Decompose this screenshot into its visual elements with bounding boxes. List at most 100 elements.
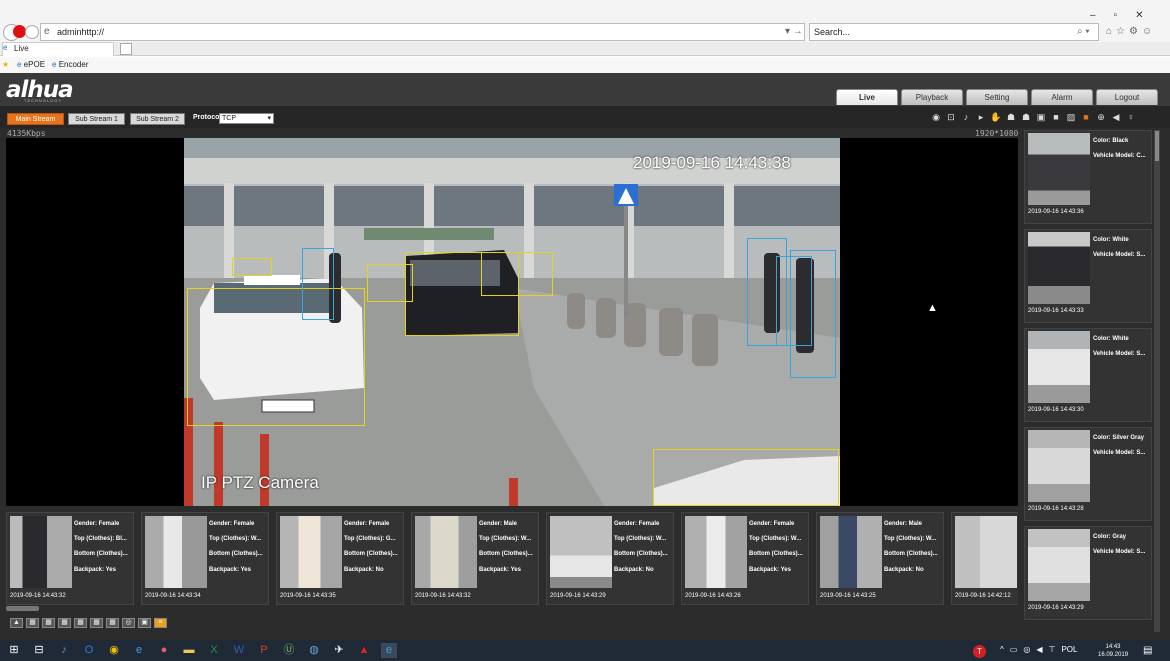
human-strip-scrollbar[interactable] [6,606,39,611]
vehicle-panel-scroll-thumb[interactable] [1155,131,1159,161]
vehicle-event-card[interactable]: Color: White Vehicle Model: S... 2019-09… [1024,229,1152,323]
video-frame[interactable] [184,138,840,506]
acrobat-icon[interactable]: ▲ [356,643,372,658]
app-tray-icon[interactable]: T [973,645,986,658]
favorites-star-icon[interactable]: ★ [2,57,9,73]
logo-subtitle: TECHNOLOGY [24,98,63,103]
audio-icon[interactable]: ◀ [1110,112,1122,123]
vehicle-time: 2019-09-16 14:43:30 [1028,407,1084,413]
dropdown-refresh-icons[interactable]: ▾ → [785,25,803,39]
close-icon[interactable]: ✕ [1135,10,1143,21]
human-event-card[interactable]: Gender: Female Top (Clothes): W... Botto… [546,512,674,605]
forward-button[interactable] [25,25,39,39]
human-gender: Gender: Female [614,521,660,527]
edge-icon[interactable]: e [131,643,147,658]
vehicle-time: 2019-09-16 14:43:33 [1028,308,1084,314]
layout-fisheye-icon[interactable]: ◎ [122,618,135,628]
human-event-card[interactable]: Gender: Female Top (Clothes): W... Botto… [681,512,809,605]
human-event-card[interactable]: 2019-09-16 14:42:12 [951,512,1018,605]
fav-encoder[interactable]: e Encoder [52,57,88,73]
snapshot-icon[interactable]: ▣ [1035,112,1047,123]
person-icon[interactable]: ☗ [1005,112,1017,123]
excel-icon[interactable]: X [206,643,222,658]
fav-epoe[interactable]: e ePOE [17,57,45,73]
explorer-icon[interactable]: ▬ [181,643,197,658]
ie-icon[interactable]: e [381,643,397,658]
address-bar[interactable]: adminhttp:// [40,23,805,41]
image-icon[interactable]: ▨ [1065,112,1077,123]
layout-6-icon[interactable]: ▦ [42,618,55,628]
osd-timestamp: 2019-09-16 14:43:38 [633,153,791,172]
human-event-card[interactable]: Gender: Female Top (Clothes): Bl... Bott… [6,512,134,605]
human-top: Top (Clothes): W... [209,536,262,542]
notification-icon[interactable]: ▤ [1143,645,1152,656]
ptz-icon[interactable]: ♪ [960,112,972,123]
tab-live[interactable]: Live [2,42,114,56]
volume-icon[interactable]: ◀ [1036,645,1042,654]
human-gender: Gender: Female [749,521,795,527]
vehicle-event-card[interactable]: Color: Gray Vehicle Model: S... 2019-09-… [1024,526,1152,620]
sub-stream-1-button[interactable]: Sub Stream 1 [68,113,125,125]
main-stream-button[interactable]: Main Stream [7,113,64,125]
app-icon[interactable]: ◍ [306,643,322,658]
vehicle-color: Color: White [1093,237,1129,243]
sub-stream-2-button[interactable]: Sub Stream 2 [130,113,185,125]
nav-tab-setting[interactable]: Setting [966,89,1028,105]
wifi-icon[interactable]: ◎ [1023,645,1030,654]
chevron-up-icon[interactable]: ^ [1000,645,1004,654]
human-event-card[interactable]: Gender: Male Top (Clothes): W... Bottom … [411,512,539,605]
layout-13-icon[interactable]: ▦ [90,618,103,628]
layout-1-icon[interactable]: ▲ [10,618,23,628]
search-input[interactable]: Search... [809,23,1099,41]
pointer-icon[interactable]: ▸ [975,112,987,123]
human-event-card[interactable]: Gender: Female Top (Clothes): W... Botto… [141,512,269,605]
layout-4-icon[interactable]: ▦ [26,618,39,628]
vehicle-panel-scrollbar[interactable] [1154,130,1160,632]
app-icon[interactable]: ♪ [56,643,72,658]
network-icon[interactable]: ⊤ [1048,645,1055,654]
outlook-icon[interactable]: O [81,643,97,658]
home-star-gear-icons[interactable]: ⌂☆⚙☺ [1106,25,1156,39]
mic-icon[interactable]: ♀ [1125,112,1137,123]
protocol-select[interactable]: TCP ▾ [219,113,274,124]
nav-tab-live[interactable]: Live [836,89,898,105]
nav-tab-playback[interactable]: Playback [901,89,963,105]
hand-icon[interactable]: ✋ [990,112,1002,123]
vehicle-event-card[interactable]: Color: White Vehicle Model: S... 2019-09… [1024,328,1152,422]
app-icon[interactable]: ● [156,643,172,658]
layout-alarm-icon[interactable]: ≡ [154,618,167,628]
search-icon[interactable]: ⌕ ▾ [1077,25,1090,39]
human-event-card[interactable]: Gender: Female Top (Clothes): G... Botto… [276,512,404,605]
vehicle-event-card[interactable]: Color: Black Vehicle Model: C... 2019-09… [1024,130,1152,224]
vehicle-box [481,252,553,296]
new-tab-button[interactable] [120,43,132,55]
app-icon[interactable]: Ⓤ [281,643,297,658]
fullscreen-icon[interactable]: ⊕ [1095,112,1107,123]
app-icon[interactable]: ✈ [331,643,347,658]
record-stop-icon[interactable]: ■ [1050,112,1062,123]
vehicle-thumbnail [1028,331,1090,403]
task-view-icon[interactable]: ⊟ [31,643,47,658]
chrome-icon[interactable]: ◉ [106,643,122,658]
layout-full-icon[interactable]: ▣ [138,618,151,628]
video-record-icon[interactable]: ■ [1080,112,1092,123]
battery-icon[interactable]: ▭ [1010,645,1018,654]
windows-start-icon[interactable]: ⊞ [6,643,22,658]
maximize-icon[interactable]: ▫ [1114,10,1118,21]
layout-16-icon[interactable]: ▦ [106,618,119,628]
layout-9-icon[interactable]: ▦ [74,618,87,628]
zoom-icon[interactable]: ⊡ [945,112,957,123]
nav-tab-alarm[interactable]: Alarm [1031,89,1093,105]
human-event-card[interactable]: Gender: Male Top (Clothes): W... Bottom … [816,512,944,605]
taskbar-clock[interactable]: 14:43 16.09.2019 [1098,643,1128,659]
language-indicator[interactable]: POL [1061,645,1077,654]
word-icon[interactable]: W [231,643,247,658]
layout-8-icon[interactable]: ▦ [58,618,71,628]
powerpoint-icon[interactable]: P [256,643,272,658]
eye-icon[interactable]: ◉ [930,112,942,123]
vehicle-box [367,264,413,302]
minimize-icon[interactable]: – [1090,10,1096,21]
nav-tab-logout[interactable]: Logout [1096,89,1158,105]
person-alt-icon[interactable]: ☗ [1020,112,1032,123]
vehicle-event-card[interactable]: Color: Silver Gray Vehicle Model: S... 2… [1024,427,1152,521]
